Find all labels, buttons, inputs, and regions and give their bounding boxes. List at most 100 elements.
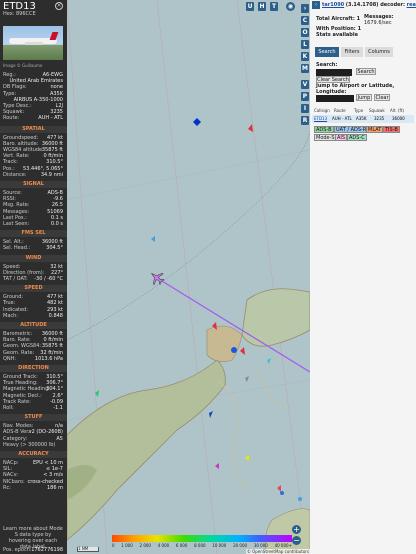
col-type[interactable]: Type: [354, 107, 363, 115]
pos-epoch-label: Pos. epoch:: [3, 547, 32, 553]
sidebar: ‹ tar1090 (3.14.1708) decoder: readsb To…: [310, 0, 416, 554]
section-header[interactable]: ALTITUDE: [0, 322, 67, 329]
hex-value: 896CCE: [16, 11, 36, 17]
map-button-h[interactable]: H: [258, 2, 266, 11]
decoder-link[interactable]: readsb: [407, 2, 416, 8]
search-input[interactable]: [316, 69, 352, 76]
info-key: TAT / OAT:: [3, 276, 28, 282]
tab-columns[interactable]: Columns: [365, 47, 393, 57]
info-key: Last Seen:: [3, 221, 30, 227]
altitude-tick: 6 000: [175, 543, 188, 548]
version-text: (3.14.1708) decoder:: [345, 2, 406, 8]
map-button-k[interactable]: K: [301, 52, 309, 61]
photo-caption: Image © Guillaume: [3, 63, 43, 68]
total-aircraft: Total Aircraft: 1: [316, 16, 360, 22]
jump-button[interactable]: Jump: [356, 94, 372, 101]
info-key: Heavy (> 300000 lb): [3, 441, 56, 448]
layers-icon[interactable]: ◉: [286, 2, 295, 11]
version-link[interactable]: tar1090: [322, 2, 344, 8]
jump-input[interactable]: [316, 95, 354, 102]
map-canvas[interactable]: [67, 0, 310, 554]
zoom-in-button[interactable]: +: [292, 525, 301, 534]
map-scale: 1 NM: [77, 547, 99, 552]
aircraft-photo[interactable]: [3, 26, 63, 60]
messages-value: 1679.6/sec: [364, 20, 392, 26]
section-header[interactable]: WIND: [0, 254, 67, 262]
info-value: 1013.6 hPa: [34, 355, 63, 362]
section-header[interactable]: SPATIAL: [0, 125, 67, 133]
info-key: Route:: [3, 115, 20, 122]
info-row: QNH: 1013.6 hPa: [3, 356, 63, 363]
section-header[interactable]: FMS SEL: [0, 230, 67, 238]
map-view[interactable]: U H T ◉ 1 NM 0 1 000 2 000 4 000 6 000 8 000 1…: [67, 0, 310, 554]
stats-available[interactable]: Stats available: [316, 32, 358, 38]
map-button-r[interactable]: R: [301, 116, 309, 125]
info-key: QNH:: [3, 355, 17, 362]
info-key: Mach:: [3, 312, 18, 319]
info-value: AUH - ATL: [38, 115, 63, 122]
vessel-marker[interactable]: [280, 491, 284, 495]
map-button-c[interactable]: C: [301, 16, 309, 25]
chip-adsb[interactable]: ADS-B: [314, 126, 334, 133]
col-route[interactable]: Route: [334, 107, 346, 115]
map-button-p[interactable]: P: [301, 92, 309, 101]
photo-wing: [25, 42, 43, 45]
section-header[interactable]: SIGNAL: [0, 181, 67, 188]
search-label: Search:: [316, 62, 338, 68]
map-button-t[interactable]: T: [270, 2, 278, 11]
close-icon[interactable]: ×: [55, 2, 63, 10]
clear-jump-button[interactable]: Clear: [374, 94, 390, 101]
info-row: Rc: 186 m: [3, 485, 63, 492]
map-button-o[interactable]: O: [301, 28, 309, 37]
info-value: 0.0 s: [50, 221, 63, 227]
photo-tail: [49, 32, 59, 40]
info-value: 186 m: [46, 484, 63, 491]
pos-epoch-row: Pos. epoch: 1762776198: [3, 547, 63, 554]
col-squawk[interactable]: Squawk: [369, 107, 385, 115]
tab-search[interactable]: Search: [315, 47, 339, 57]
chip-tisb[interactable]: TIS-B: [383, 126, 400, 133]
table-row[interactable]: ETD13 AUH - ATL A35K 3235 36000: [312, 115, 414, 123]
clear-search-button[interactable]: Clear Search: [316, 76, 350, 83]
altitude-tick: 10 000: [212, 543, 227, 548]
zoom-out-button[interactable]: −: [292, 536, 301, 545]
info-row: Distance: 34.9 nmi: [3, 172, 63, 179]
section-header[interactable]: ACCURACY: [0, 451, 67, 458]
map-button-l[interactable]: L: [301, 40, 309, 49]
cell-altitude: 36000: [392, 116, 405, 121]
vessel-marker[interactable]: [231, 347, 237, 353]
info-value: 0.848: [48, 312, 63, 319]
pos-epoch-value: 1762776198: [31, 547, 63, 553]
map-button-v[interactable]: V: [301, 80, 309, 89]
expand-sidebar-icon[interactable]: ›: [301, 4, 309, 13]
section-header[interactable]: DIRECTION: [0, 365, 67, 372]
map-button-u[interactable]: U: [246, 2, 254, 11]
info-value: 34.9 nmi: [40, 171, 63, 178]
map-button-i[interactable]: I: [301, 104, 309, 113]
section-header[interactable]: SPEED: [0, 285, 67, 293]
info-row: TAT / OAT: -30 / -60 °C: [3, 276, 63, 283]
chip-adsc[interactable]: ADS-C: [347, 134, 367, 141]
aircraft-info-panel: ETD13 × Hex: 896CCE Image © Guillaume Re…: [0, 0, 67, 554]
altitude-tick: 2 000: [139, 543, 151, 548]
info-value: -30 / -60 °C: [34, 276, 63, 282]
chip-ais[interactable]: AIS: [335, 134, 348, 141]
map-button-m[interactable]: M: [301, 64, 309, 73]
section-header[interactable]: STUFF: [0, 414, 67, 422]
info-row: Roll: -1.1: [3, 405, 63, 412]
collapse-sidebar-icon[interactable]: ‹: [312, 1, 320, 9]
col-callsign[interactable]: Callsign: [314, 107, 330, 115]
chip-modes[interactable]: Mode-S: [314, 134, 337, 141]
info-key: Sel. Head.:: [3, 245, 31, 252]
col-altitude[interactable]: Alt. (ft): [390, 107, 404, 115]
search-button[interactable]: Search: [356, 68, 376, 75]
info-value: 304.5°: [46, 245, 63, 252]
map-attribution[interactable]: © OpenStreetMap contributors: [245, 549, 310, 554]
cell-callsign[interactable]: ETD13: [314, 115, 327, 123]
hex-label: Hex:: [3, 11, 15, 17]
chip-uat[interactable]: UAT / ADS-R: [334, 126, 369, 133]
tab-filters[interactable]: Filters: [341, 47, 363, 57]
chip-mlat[interactable]: MLAT: [366, 126, 384, 133]
info-value: -1.1: [53, 405, 63, 411]
vessel-marker[interactable]: [298, 497, 302, 501]
